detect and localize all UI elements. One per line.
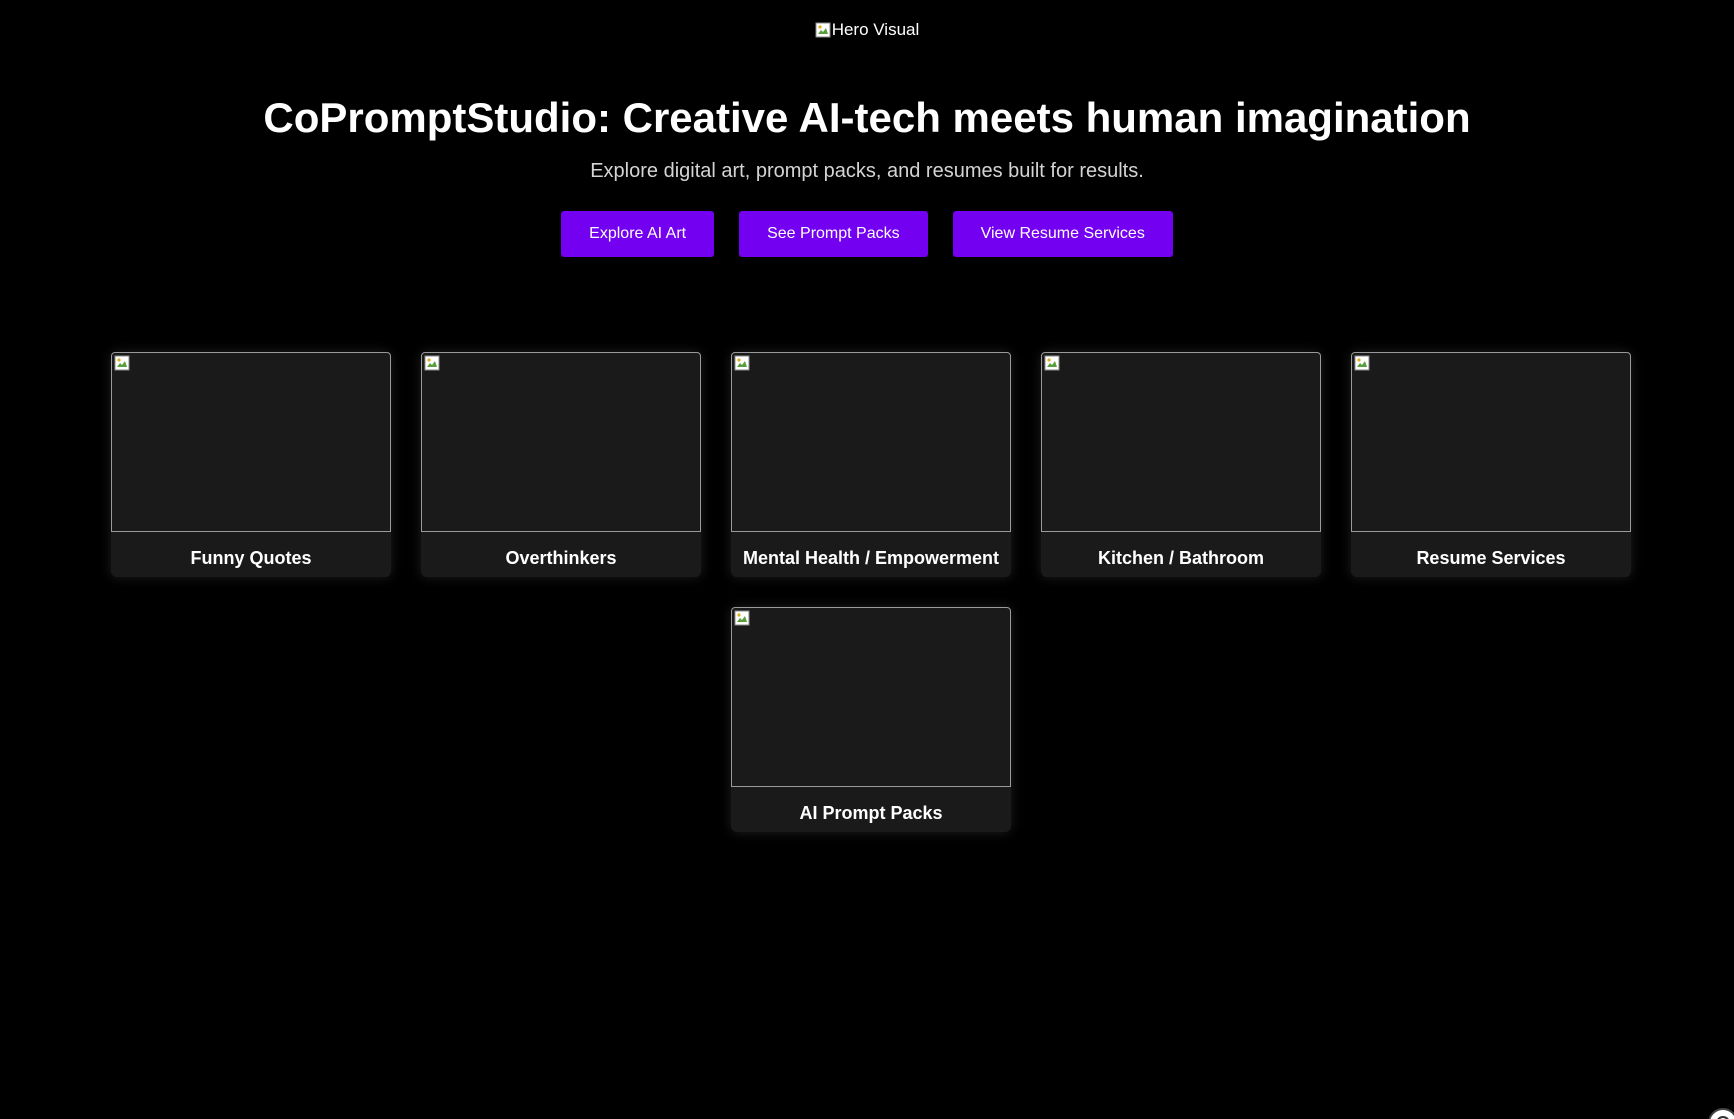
chat-widget-icon[interactable] — [1708, 1108, 1734, 1119]
page: Hero Visual CoPromptStudio: Creative AI-… — [0, 0, 1734, 1119]
category-card-overthinkers[interactable]: Overthinkers — [421, 352, 701, 577]
category-card-mental-health[interactable]: Mental Health / Empowerment — [731, 352, 1011, 577]
category-card-resume-services[interactable]: Resume Services — [1351, 352, 1631, 577]
broken-image-icon — [1354, 355, 1370, 371]
broken-image-icon — [734, 610, 750, 626]
explore-ai-art-button[interactable]: Explore AI Art — [561, 211, 715, 257]
category-card-kitchen-bathroom[interactable]: Kitchen / Bathroom — [1041, 352, 1321, 577]
category-card-ai-prompt-packs[interactable]: AI Prompt Packs — [731, 607, 1011, 832]
view-resume-services-button[interactable]: View Resume Services — [952, 211, 1173, 257]
cta-button-group: Explore AI Art See Prompt Packs View Res… — [0, 211, 1734, 257]
card-image — [731, 352, 1011, 532]
broken-image-icon — [424, 355, 440, 371]
category-card-funny-quotes[interactable]: Funny Quotes — [111, 352, 391, 577]
card-image — [731, 607, 1011, 787]
card-image — [1351, 352, 1631, 532]
card-title: Mental Health / Empowerment — [742, 548, 1000, 568]
card-image — [1041, 352, 1321, 532]
broken-image-icon — [1044, 355, 1060, 371]
card-image — [421, 352, 701, 532]
card-title: Kitchen / Bathroom — [1097, 548, 1264, 568]
see-prompt-packs-button[interactable]: See Prompt Packs — [739, 211, 928, 257]
card-title: Overthinkers — [505, 548, 617, 568]
card-title: Resume Services — [1416, 548, 1566, 568]
card-image — [111, 352, 391, 532]
hero-visual-alt-text: Hero Visual — [831, 20, 920, 39]
card-title: AI Prompt Packs — [799, 803, 943, 823]
broken-image-icon — [734, 355, 750, 371]
broken-image-icon — [114, 355, 130, 371]
card-title: Funny Quotes — [190, 548, 312, 568]
page-title: CoPromptStudio: Creative AI-tech meets h… — [263, 94, 1471, 141]
broken-image-icon — [815, 22, 831, 38]
page-subtitle: Explore digital art, prompt packs, and r… — [590, 160, 1144, 182]
hero-visual-image: Hero Visual — [0, 19, 1734, 41]
